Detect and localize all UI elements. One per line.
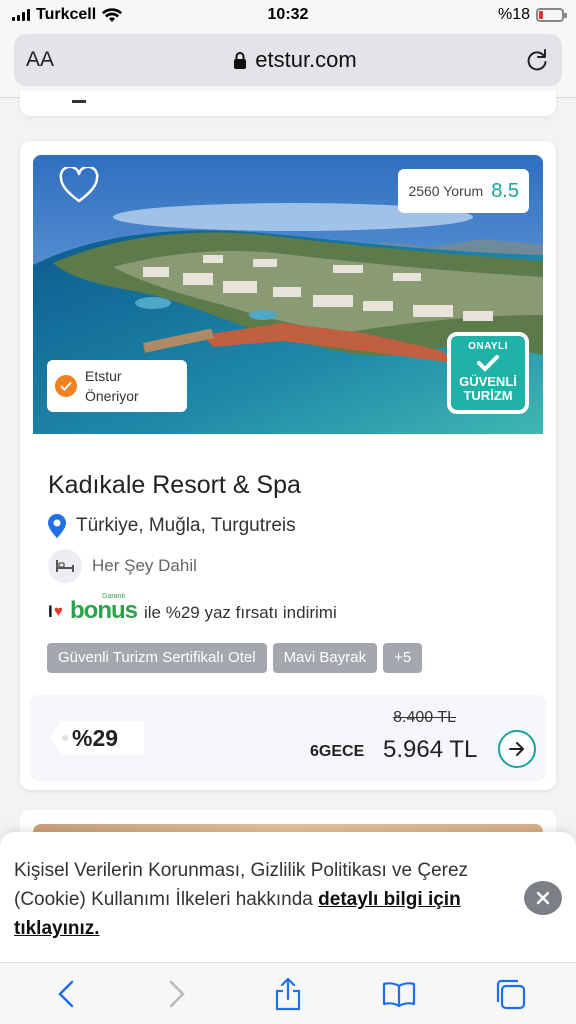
etstur-recommends-badge: Etstur Öneriyor: [47, 360, 187, 412]
carrier-area: Turkcell: [12, 6, 123, 24]
tag-safe-tourism: Güvenli Turizm Sertifikalı Otel: [47, 643, 267, 673]
share-icon: [275, 977, 301, 1010]
share-button[interactable]: [268, 974, 308, 1014]
review-score: 8.5: [491, 179, 519, 202]
carrier-name: Turkcell: [36, 6, 97, 23]
bonus-text: ile %29 yaz fırsatı indirimi: [144, 603, 337, 622]
safe-badge-line2: GÜVENLİ: [459, 374, 517, 389]
tabs-button[interactable]: [490, 974, 530, 1014]
battery-percent: %18: [497, 6, 530, 23]
discount-badge: %29: [50, 721, 144, 755]
go-arrow-button[interactable]: [498, 730, 536, 768]
night-count: 6GECE: [310, 743, 365, 760]
hotel-photo[interactable]: 2560 Yorum 8.5 Etstur Öneriyor ONAYLI GÜV…: [33, 155, 543, 434]
forward-button[interactable]: [157, 974, 197, 1014]
old-price: 8.400 TL: [393, 709, 456, 726]
signal-icon: [12, 9, 30, 21]
status-bar: Turkcell 10:32 %18: [0, 0, 576, 30]
close-icon: [536, 891, 550, 905]
hotel-name[interactable]: Kadıkale Resort & Spa: [48, 471, 301, 500]
browser-chrome: AA etstur.com: [0, 30, 576, 98]
board-type: Her Şey Dahil: [48, 549, 197, 583]
safe-badge-line1: ONAYLI: [468, 341, 508, 352]
chevron-right-icon: [169, 980, 185, 1007]
chevron-left-icon: [57, 980, 73, 1007]
domain-text: etstur.com: [255, 47, 357, 72]
battery-icon: [536, 8, 567, 22]
wifi-icon: [102, 7, 123, 22]
bookmarks-button[interactable]: [379, 974, 419, 1014]
reload-icon[interactable]: [524, 47, 550, 73]
price-box[interactable]: %29 8.400 TL 6GECE 5.964 TL: [30, 695, 546, 781]
location-text: Türkiye, Muğla, Turgutreis: [76, 515, 296, 536]
url-display[interactable]: etstur.com: [66, 47, 524, 73]
text-size-button[interactable]: AA: [26, 48, 66, 72]
close-consent-button[interactable]: [524, 881, 562, 915]
bonus-offer: I ♥ bonus Garanti ile %29 yaz fırsatı indir…: [48, 593, 337, 627]
bed-icon: [48, 549, 82, 583]
hotel-card[interactable]: 2560 Yorum 8.5 Etstur Öneriyor ONAYLI GÜV…: [20, 141, 556, 790]
battery-area: %18: [497, 6, 567, 24]
check-icon: [55, 375, 77, 397]
safe-badge-line3: TURİZM: [463, 388, 513, 403]
current-price: 5.964 TL: [383, 736, 478, 763]
safe-tourism-badge: ONAYLI GÜVENLİ TURİZM: [447, 332, 529, 414]
feature-tags: Güvenli Turizm Sertifikalı Otel Mavi Bay…: [47, 643, 423, 673]
recommend-line1: Etstur: [85, 368, 122, 384]
hotel-location: Türkiye, Muğla, Turgutreis: [48, 514, 296, 538]
board-text: Her Şey Dahil: [92, 556, 197, 575]
tag-blue-flag: Mavi Bayrak: [272, 643, 378, 673]
tag-more[interactable]: +5: [383, 643, 423, 673]
book-icon: [383, 981, 416, 1007]
browser-toolbar: [0, 962, 576, 1024]
review-count: 2560 Yorum: [408, 183, 484, 199]
recommend-line2: Öneriyor: [85, 388, 139, 404]
tabs-icon: [497, 979, 526, 1009]
cookie-consent-banner: Kişisel Verilerin Korunması, Gizlilik Po…: [0, 832, 576, 962]
favorite-heart-icon[interactable]: [59, 167, 99, 205]
check-icon: [477, 355, 499, 372]
arrow-right-icon: [509, 742, 524, 756]
bonus-logo: I ♥ bonus Garanti: [48, 593, 138, 624]
back-button[interactable]: [46, 974, 86, 1014]
previous-hotel-card: [20, 90, 556, 116]
lock-icon: [234, 52, 247, 69]
location-pin-icon: [48, 514, 66, 538]
review-badge[interactable]: 2560 Yorum 8.5: [398, 169, 529, 213]
address-bar[interactable]: AA etstur.com: [14, 34, 562, 86]
